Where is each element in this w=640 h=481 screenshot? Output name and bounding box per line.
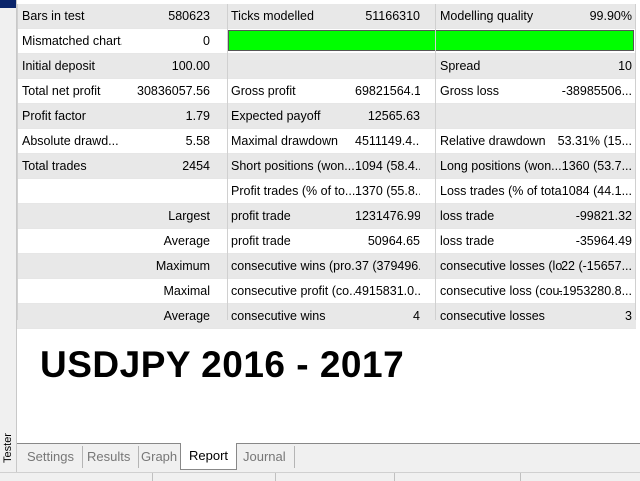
value-maximal-consecutive-profit: 4915831.0... bbox=[355, 284, 420, 298]
column-divider bbox=[227, 4, 228, 320]
value-ticks-modelled: 51166310 bbox=[365, 9, 420, 23]
label-expected-payoff: Expected payoff bbox=[231, 109, 321, 123]
label-gross-profit: Gross profit bbox=[231, 84, 296, 98]
value-relative-drawdown: 53.31% (15... bbox=[557, 134, 632, 148]
tab-journal[interactable]: Journal bbox=[235, 446, 295, 468]
label-ticks-modelled: Ticks modelled bbox=[231, 9, 314, 23]
tab-report[interactable]: Report bbox=[180, 443, 238, 470]
label-profit-factor: Profit factor bbox=[22, 109, 86, 123]
table-row: Bars in test 580623 Ticks modelled 51166… bbox=[17, 4, 636, 29]
table-row: Initial deposit 100.00 Spread 10 bbox=[17, 54, 636, 79]
table-row: Maximal consecutive profit (co... 491583… bbox=[17, 279, 636, 304]
label-initial-deposit: Initial deposit bbox=[22, 59, 95, 73]
label-relative-drawdown: Relative drawdown bbox=[440, 134, 546, 148]
table-row: Average consecutive wins 4 consecutive l… bbox=[17, 304, 636, 329]
table-row: Absolute drawd... 5.58 Maximal drawdown … bbox=[17, 129, 636, 154]
value-average-consecutive-losses: 3 bbox=[625, 309, 632, 323]
label-bars-in-test: Bars in test bbox=[22, 9, 85, 23]
value-short-positions: 1094 (58.4... bbox=[355, 159, 420, 173]
label-maximal-consecutive-loss: consecutive loss (cou... bbox=[440, 284, 562, 298]
value-spread: 10 bbox=[618, 59, 632, 73]
label-average-profit-trade: profit trade bbox=[231, 234, 291, 248]
value-gross-loss: -38985506... bbox=[561, 84, 632, 98]
label-average-loss-trade: loss trade bbox=[440, 234, 495, 248]
tester-tab-bar: Settings Results Graph Report Journal bbox=[17, 443, 640, 472]
label-absolute-drawdown: Absolute drawd... bbox=[22, 134, 119, 148]
table-row: Maximum consecutive wins (pro... 37 (379… bbox=[17, 254, 636, 279]
table-row: Largest profit trade 1231476.99 loss tra… bbox=[17, 204, 636, 229]
label-max-consecutive-losses: consecutive losses (lo... bbox=[440, 259, 562, 273]
label-spread: Spread bbox=[440, 59, 481, 73]
value-loss-trades: 1084 (44.1... bbox=[561, 184, 632, 198]
value-average-loss-trade: -35964.49 bbox=[575, 234, 632, 248]
label-average-consecutive-wins: consecutive wins bbox=[231, 309, 326, 323]
value-max-consecutive-losses: 22 (-15657... bbox=[561, 259, 632, 273]
label-average-consecutive-losses: consecutive losses bbox=[440, 309, 545, 323]
report-headline: USDJPY 2016 - 2017 bbox=[40, 344, 405, 385]
label-maximal-consecutive-profit: consecutive profit (co... bbox=[231, 284, 355, 298]
table-row: Profit trades (% of to... 1370 (55.8... … bbox=[17, 179, 636, 204]
value-long-positions: 1360 (53.7... bbox=[561, 159, 632, 173]
label-maximum: Maximum bbox=[155, 259, 210, 273]
value-profit-trades: 1370 (55.8... bbox=[355, 184, 420, 198]
label-largest: Largest bbox=[168, 209, 210, 223]
value-modelling-quality: 99.90% bbox=[589, 9, 632, 23]
label-mismatched-charts: Mismatched chart... bbox=[22, 34, 122, 48]
label-maximal: Maximal bbox=[163, 284, 210, 298]
label-largest-profit-trade: profit trade bbox=[231, 209, 291, 223]
value-maximal-consecutive-loss: -1953280.8... bbox=[558, 284, 632, 298]
label-gross-loss: Gross loss bbox=[440, 84, 500, 98]
value-gross-profit: 69821564.17 bbox=[355, 84, 420, 98]
table-row: Total net profit 30836057.56 Gross profi… bbox=[17, 79, 636, 104]
value-total-trades: 2454 bbox=[182, 159, 210, 173]
tab-settings[interactable]: Settings bbox=[19, 446, 83, 468]
value-total-net-profit: 30836057.56 bbox=[137, 84, 210, 98]
value-largest-loss-trade: -99821.32 bbox=[575, 209, 632, 223]
label-long-positions: Long positions (won... bbox=[440, 159, 562, 173]
tab-graph[interactable]: Graph bbox=[133, 446, 187, 468]
value-maximal-drawdown: 4511149.4... bbox=[355, 134, 420, 148]
modelling-quality-bar bbox=[228, 30, 634, 51]
value-average-consecutive-wins: 4 bbox=[413, 309, 420, 323]
value-mismatched-charts: 0 bbox=[203, 34, 210, 48]
value-largest-profit-trade: 1231476.99 bbox=[355, 209, 420, 223]
label-max-consecutive-wins: consecutive wins (pro... bbox=[231, 259, 355, 273]
label-total-net-profit: Total net profit bbox=[22, 84, 101, 98]
column-divider bbox=[635, 4, 636, 320]
value-bars-in-test: 580623 bbox=[168, 9, 210, 23]
value-absolute-drawdown: 5.58 bbox=[185, 134, 210, 148]
tab-results[interactable]: Results bbox=[79, 446, 140, 468]
label-loss-trades: Loss trades (% of total) bbox=[440, 184, 562, 198]
value-max-consecutive-wins: 37 (379496... bbox=[355, 259, 420, 273]
label-average: Average bbox=[163, 234, 210, 248]
table-row: Total trades 2454 Short positions (won..… bbox=[17, 154, 636, 179]
tester-side-panel: Tester bbox=[0, 0, 17, 480]
column-divider bbox=[435, 4, 436, 320]
table-row: Average profit trade 50964.65 loss trade… bbox=[17, 229, 636, 254]
table-row: Mismatched chart... 0 bbox=[17, 29, 636, 54]
label-total-trades: Total trades bbox=[22, 159, 87, 173]
report-table: Bars in test 580623 Ticks modelled 51166… bbox=[17, 4, 636, 329]
label-largest-loss-trade: loss trade bbox=[440, 209, 495, 223]
value-average-profit-trade: 50964.65 bbox=[367, 234, 420, 248]
table-border-left bbox=[17, 4, 18, 320]
label-maximal-drawdown: Maximal drawdown bbox=[231, 134, 338, 148]
panel-marker bbox=[0, 0, 16, 8]
label-average-consecutive: Average bbox=[163, 309, 210, 323]
value-profit-factor: 1.79 bbox=[185, 109, 210, 123]
value-expected-payoff: 12565.63 bbox=[367, 109, 420, 123]
tester-side-label: Tester bbox=[2, 433, 14, 463]
value-initial-deposit: 100.00 bbox=[171, 59, 210, 73]
label-modelling-quality: Modelling quality bbox=[440, 9, 534, 23]
label-profit-trades: Profit trades (% of to... bbox=[231, 184, 355, 198]
label-short-positions: Short positions (won... bbox=[231, 159, 355, 173]
table-row: Profit factor 1.79 Expected payoff 12565… bbox=[17, 104, 636, 129]
